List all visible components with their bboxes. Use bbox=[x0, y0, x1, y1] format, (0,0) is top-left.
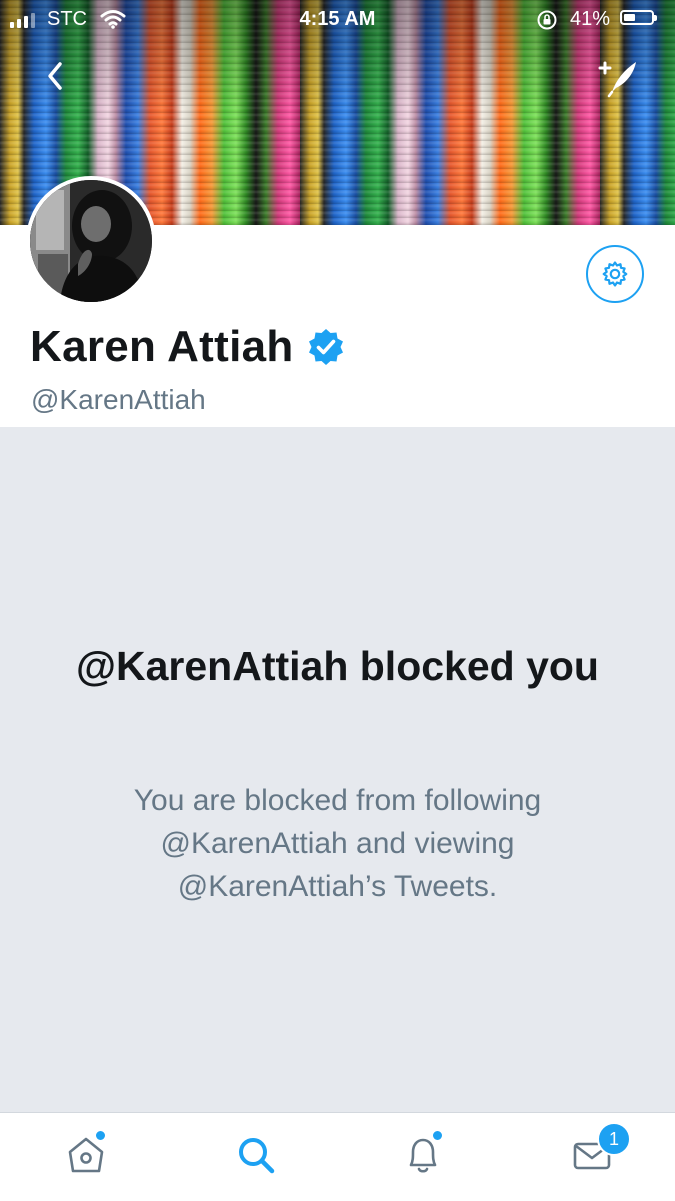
blocked-title: @KarenAttiah blocked you bbox=[76, 643, 599, 689]
tab-home[interactable] bbox=[46, 1113, 126, 1201]
battery-percent: 41% bbox=[570, 8, 611, 30]
battery-fill bbox=[624, 14, 635, 21]
avatar[interactable] bbox=[26, 176, 156, 306]
tab-notifications[interactable] bbox=[383, 1113, 463, 1201]
status-bar: STC 4:15 AM 41% bbox=[0, 0, 675, 38]
profile-photo bbox=[30, 180, 152, 302]
blocked-description: You are blocked from following @KarenAtt… bbox=[133, 784, 542, 903]
bottom-tab-bar bbox=[0, 1112, 675, 1201]
compose-tweet-button[interactable] bbox=[596, 58, 640, 98]
verified-badge-icon bbox=[308, 329, 343, 365]
profile-handle: @KarenAttiah bbox=[31, 384, 206, 415]
settings-button[interactable] bbox=[586, 245, 644, 303]
messages-count-badge: 1 bbox=[597, 1122, 631, 1156]
battery-icon bbox=[620, 10, 657, 25]
blocked-notice-area: @KarenAttiah blocked you You are blocked… bbox=[0, 427, 675, 1113]
gear-icon bbox=[602, 261, 628, 287]
profile-display-name: Karen Attiah bbox=[30, 322, 294, 371]
search-icon bbox=[239, 1138, 275, 1174]
compose-tweet-icon bbox=[598, 61, 636, 98]
rotation-lock-icon bbox=[536, 9, 558, 37]
home-unread-dot bbox=[94, 1129, 107, 1142]
tab-search[interactable] bbox=[216, 1113, 296, 1201]
notifications-unread-dot bbox=[431, 1129, 444, 1142]
profile-name-row: Karen Attiah bbox=[30, 322, 346, 372]
back-button[interactable] bbox=[38, 56, 74, 96]
chevron-left-icon bbox=[48, 62, 62, 90]
